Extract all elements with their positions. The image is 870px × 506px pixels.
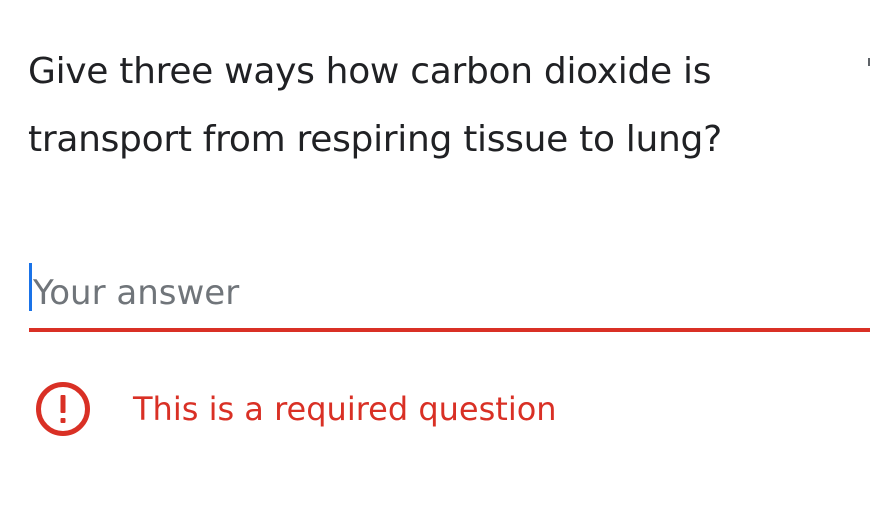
answer-field[interactable] xyxy=(29,258,870,332)
error-icon xyxy=(36,382,90,436)
question-title: Give three ways how carbon dioxide is tr… xyxy=(28,51,722,160)
error-message: This is a required question xyxy=(133,390,557,428)
text-caret xyxy=(29,263,32,311)
validation-error: This is a required question xyxy=(35,381,557,437)
answer-input[interactable] xyxy=(29,258,870,328)
answer-underline-error xyxy=(29,328,870,332)
